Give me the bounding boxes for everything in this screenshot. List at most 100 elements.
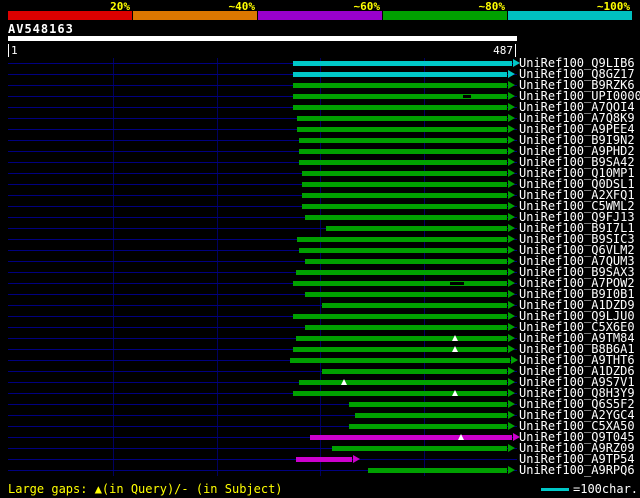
alignment-bar[interactable] xyxy=(296,237,507,242)
arrowhead-icon xyxy=(507,334,515,342)
alignment-bar[interactable] xyxy=(310,435,512,440)
scale-legend-text: =100char. xyxy=(573,482,639,496)
identity-scale-labels: 20% ~40% ~60% ~80% ~100% xyxy=(0,0,640,13)
arrowhead-icon xyxy=(507,444,515,452)
alignment-bar[interactable] xyxy=(292,281,507,286)
arrowhead-icon xyxy=(507,169,515,177)
arrowhead-icon xyxy=(507,125,515,133)
scale-segment xyxy=(133,11,257,20)
alignment-bar[interactable] xyxy=(301,182,507,187)
arrowhead-icon xyxy=(507,301,515,309)
alignment-bar[interactable] xyxy=(354,413,507,418)
alignment-bar[interactable] xyxy=(296,116,507,121)
arrowhead-icon xyxy=(507,191,515,199)
alignment-bar[interactable] xyxy=(295,336,507,341)
alignment-bar[interactable] xyxy=(301,171,507,176)
scale-segment xyxy=(383,11,507,20)
arrowhead-icon xyxy=(507,114,515,122)
arrowhead-icon xyxy=(507,312,515,320)
identity-scale-bar xyxy=(0,11,640,20)
arrowhead-icon xyxy=(507,378,515,386)
alignment-bar[interactable] xyxy=(295,457,352,462)
scale-legend-line-icon xyxy=(541,488,569,491)
gaps-note: Large gaps: ▲(in Query)/- (in Subject) xyxy=(8,482,283,496)
blast-graphic-overview: 20% ~40% ~60% ~80% ~100% AV548163 1 487 UniR… xyxy=(0,0,640,498)
alignment-bar[interactable] xyxy=(368,468,507,473)
alignment-bar[interactable] xyxy=(298,380,507,385)
arrowhead-icon xyxy=(507,180,515,188)
axis-end-label: 487 xyxy=(458,44,516,57)
arrowhead-icon xyxy=(507,92,515,100)
row-baseline xyxy=(8,459,517,460)
arrowhead-icon xyxy=(507,345,515,353)
alignment-bar[interactable] xyxy=(304,292,507,297)
alignment-bar[interactable] xyxy=(301,204,507,209)
arrowhead-icon xyxy=(507,158,515,166)
arrowhead-icon xyxy=(507,422,515,430)
arrowhead-icon xyxy=(507,70,515,78)
alignment-row: UniRef100_A9RPQ6 xyxy=(0,464,640,476)
arrowhead-icon xyxy=(507,268,515,276)
arrowhead-icon xyxy=(507,257,515,265)
alignment-bar[interactable] xyxy=(301,193,507,198)
query-gap-icon xyxy=(452,335,458,341)
alignment-bar[interactable] xyxy=(349,402,507,407)
alignment-bar[interactable] xyxy=(292,105,507,110)
alignment-bar[interactable] xyxy=(331,446,507,451)
alignment-bar[interactable] xyxy=(321,303,507,308)
alignment-bar[interactable] xyxy=(349,424,507,429)
arrowhead-icon xyxy=(507,400,515,408)
axis-start-label: 1 xyxy=(8,44,18,57)
arrowhead-icon xyxy=(507,147,515,155)
query-gap-icon xyxy=(341,379,348,385)
scale-segment xyxy=(508,11,632,20)
alignment-bar[interactable] xyxy=(298,138,507,143)
alignment-bar[interactable] xyxy=(298,248,507,253)
arrowhead-icon xyxy=(507,466,515,474)
alignment-bar[interactable] xyxy=(325,226,507,231)
arrowhead-icon xyxy=(507,213,515,221)
arrowhead-icon xyxy=(507,136,515,144)
subject-gap-icon xyxy=(450,282,465,285)
arrowhead-icon xyxy=(507,389,515,397)
query-gap-icon xyxy=(452,346,458,352)
alignment-bar[interactable] xyxy=(296,127,507,132)
alignment-bar[interactable] xyxy=(304,325,507,330)
hit-label[interactable]: UniRef100_A9RPQ6 xyxy=(519,464,635,476)
alignment-bar[interactable] xyxy=(292,391,507,396)
alignment-bar[interactable] xyxy=(321,369,507,374)
arrowhead-icon xyxy=(507,411,515,419)
alignment-bar[interactable] xyxy=(292,94,507,99)
arrowhead-icon xyxy=(507,81,515,89)
alignment-bar[interactable] xyxy=(304,215,507,220)
alignment-bar[interactable] xyxy=(298,149,507,154)
query-gap-icon xyxy=(452,390,458,396)
arrowhead-icon xyxy=(507,367,515,375)
arrowhead-icon xyxy=(352,455,360,463)
arrowhead-icon xyxy=(507,103,515,111)
arrowhead-icon xyxy=(507,202,515,210)
scale-segment xyxy=(258,11,382,20)
subject-gap-icon xyxy=(463,95,472,98)
alignment-bar[interactable] xyxy=(295,270,507,275)
arrowhead-icon xyxy=(507,290,515,298)
alignment-bar[interactable] xyxy=(292,61,512,66)
arrowhead-icon xyxy=(507,235,515,243)
alignment-bar[interactable] xyxy=(292,72,507,77)
arrowhead-icon xyxy=(507,224,515,232)
alignment-bar[interactable] xyxy=(292,314,507,319)
arrowhead-icon xyxy=(507,323,515,331)
arrowhead-icon xyxy=(510,356,518,364)
arrowhead-icon xyxy=(507,279,515,287)
alignment-rows: UniRef100_Q9LIB6 UniRef100_Q8GZ17 UniRef10… xyxy=(0,57,640,476)
query-gap-icon xyxy=(458,434,465,440)
scale-segment xyxy=(8,11,132,20)
alignment-bar[interactable] xyxy=(304,259,507,264)
alignment-bar[interactable] xyxy=(298,160,507,165)
query-bar xyxy=(8,36,517,41)
alignment-bar[interactable] xyxy=(292,83,507,88)
alignment-bar[interactable] xyxy=(290,358,510,363)
alignment-bar[interactable] xyxy=(292,347,507,352)
query-name: AV548163 xyxy=(8,22,74,36)
arrowhead-icon xyxy=(507,246,515,254)
